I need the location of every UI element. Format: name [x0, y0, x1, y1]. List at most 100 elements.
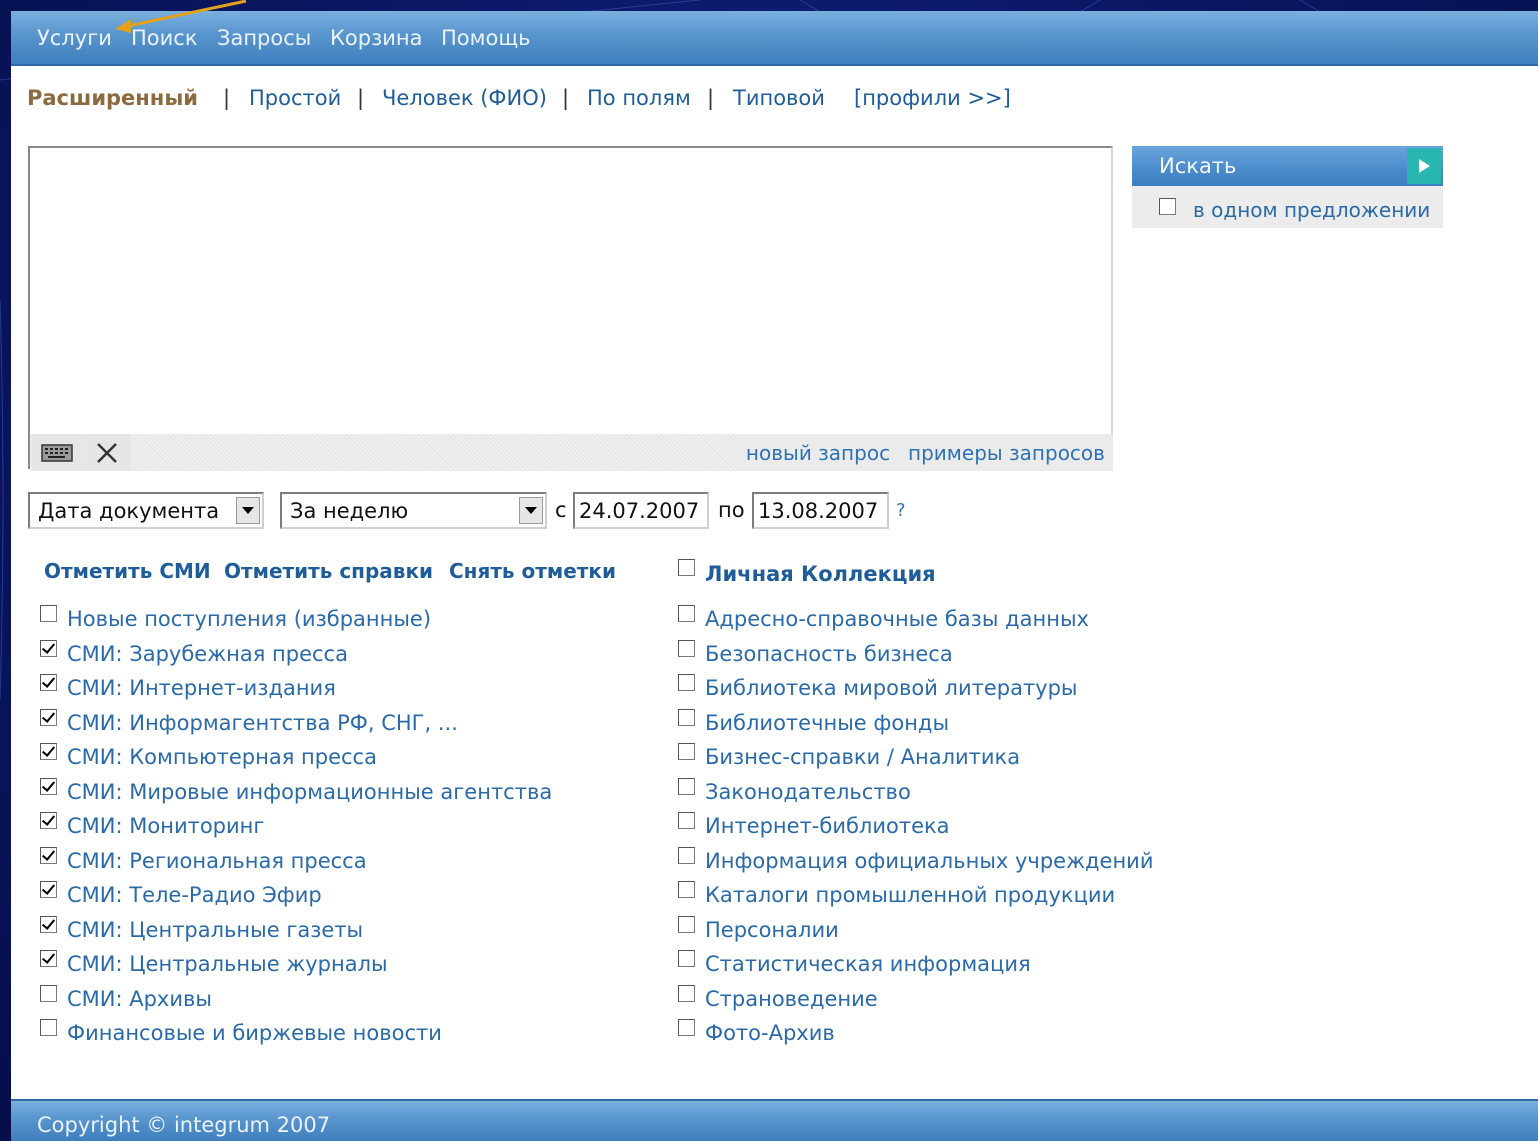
period-select[interactable]: За неделю: [280, 492, 547, 529]
menu-item-cart[interactable]: Корзина: [330, 26, 423, 50]
in-one-sentence-checkbox[interactable]: [1159, 198, 1176, 215]
source-label[interactable]: СМИ: Информагентства РФ, СНГ, ...: [67, 711, 458, 735]
menu-item-services[interactable]: Услуги: [37, 26, 112, 50]
source-label[interactable]: СМИ: Компьютерная пресса: [67, 745, 377, 769]
copyright-text: Copyright © integrum 2007: [37, 1113, 331, 1137]
mark-media-link[interactable]: Отметить СМИ: [44, 559, 211, 583]
separator: |: [562, 86, 570, 110]
source-checkbox[interactable]: [678, 1019, 695, 1036]
date-help-link[interactable]: ?: [896, 500, 906, 521]
source-checkbox[interactable]: [40, 777, 57, 795]
profiles-link[interactable]: [профили >>]: [854, 86, 1011, 110]
source-checkbox[interactable]: [678, 984, 695, 1002]
source-label[interactable]: Информация официальных учреждений: [705, 849, 1153, 873]
media-sources-list: Новые поступления (избранные) СМИ: Зарубе…: [40, 603, 640, 1063]
new-query-link[interactable]: новый запрос: [738, 434, 898, 471]
source-checkbox[interactable]: [40, 1019, 57, 1036]
app-panel: Услуги Поиск Запросы Корзина Помощь Расш…: [11, 0, 1538, 1141]
source-label[interactable]: Бизнес-справки / Аналитика: [705, 745, 1020, 769]
mode-fields-link[interactable]: По полям: [587, 86, 691, 110]
play-arrow-icon: [1407, 148, 1441, 184]
source-checkbox[interactable]: [40, 605, 57, 622]
source-checkbox[interactable]: [40, 674, 57, 691]
source-label[interactable]: СМИ: Региональная пресса: [67, 849, 367, 873]
separator: |: [223, 86, 231, 110]
source-checkbox[interactable]: [40, 743, 57, 760]
query-toolbar: новый запрос примеры запросов: [30, 434, 1113, 471]
separator: |: [707, 86, 715, 110]
source-checkbox[interactable]: [678, 881, 695, 898]
personal-collection-checkbox[interactable]: [678, 559, 695, 576]
source-label[interactable]: Безопасность бизнеса: [705, 642, 953, 666]
source-checkbox[interactable]: [40, 708, 57, 726]
source-label[interactable]: СМИ: Теле-Радио Эфир: [67, 883, 322, 907]
search-button-label: Искать: [1159, 154, 1237, 178]
period-select-value: За неделю: [290, 499, 409, 523]
source-label[interactable]: СМИ: Центральные журналы: [67, 952, 388, 976]
date-field-select[interactable]: Дата документа: [28, 492, 264, 529]
personal-collection-label: Личная Коллекция: [705, 562, 936, 586]
source-label[interactable]: СМИ: Мировые информационные агентства: [67, 780, 552, 804]
source-label[interactable]: Страноведение: [705, 987, 878, 1011]
date-from-label: с: [555, 498, 567, 522]
source-label[interactable]: СМИ: Интернет-издания: [67, 676, 336, 700]
source-checkbox[interactable]: [678, 812, 695, 829]
source-checkbox[interactable]: [40, 915, 57, 933]
date-to-input[interactable]: [752, 492, 889, 529]
source-label[interactable]: Новые поступления (избранные): [67, 607, 431, 631]
source-label[interactable]: СМИ: Мониторинг: [67, 814, 264, 838]
menu-item-help[interactable]: Помощь: [441, 26, 531, 50]
separator: |: [357, 86, 365, 110]
mode-person-link[interactable]: Человек (ФИО): [382, 86, 547, 110]
query-editor: новый запрос примеры запросов: [28, 146, 1113, 471]
query-textarea[interactable]: [30, 148, 1111, 432]
unmark-link[interactable]: Снять отметки: [449, 559, 616, 583]
source-label[interactable]: Персоналии: [705, 918, 839, 942]
mode-advanced: Расширенный: [27, 86, 199, 110]
mode-typical-link[interactable]: Типовой: [733, 86, 825, 110]
source-checkbox[interactable]: [678, 674, 695, 691]
source-checkbox[interactable]: [40, 812, 57, 829]
source-checkbox[interactable]: [678, 743, 695, 760]
source-label[interactable]: Статистическая информация: [705, 952, 1031, 976]
mode-simple-link[interactable]: Простой: [249, 86, 341, 110]
source-label[interactable]: СМИ: Зарубежная пресса: [67, 642, 348, 666]
source-checkbox[interactable]: [678, 605, 695, 622]
source-label[interactable]: Библиотечные фонды: [705, 711, 949, 735]
chevron-down-icon: [236, 497, 260, 524]
source-label[interactable]: Законодательство: [705, 780, 911, 804]
source-label[interactable]: СМИ: Центральные газеты: [67, 918, 363, 942]
reference-sources-list: Адресно-справочные базы данных Безопаснос…: [678, 603, 1153, 1063]
query-examples-link[interactable]: примеры запросов: [900, 434, 1113, 471]
source-checkbox[interactable]: [40, 984, 57, 1002]
source-checkbox[interactable]: [40, 881, 57, 898]
source-checkbox[interactable]: [678, 708, 695, 726]
source-label[interactable]: СМИ: Архивы: [67, 987, 212, 1011]
source-checkbox[interactable]: [40, 950, 57, 967]
date-from-input[interactable]: [573, 492, 709, 529]
source-checkbox[interactable]: [40, 846, 57, 864]
search-button[interactable]: Искать: [1132, 146, 1443, 186]
chevron-down-icon: [519, 497, 543, 524]
source-label[interactable]: Адресно-справочные базы данных: [705, 607, 1089, 631]
mark-references-link[interactable]: Отметить справки: [224, 559, 433, 583]
in-one-sentence-label: в одном предложении: [1193, 198, 1431, 222]
virtual-keyboard-button[interactable]: [32, 434, 82, 471]
pointer-arrow-icon: [115, 0, 247, 33]
search-box: Искать в одном предложении: [1132, 146, 1443, 228]
source-label[interactable]: Библиотека мировой литературы: [705, 676, 1078, 700]
source-checkbox[interactable]: [40, 639, 57, 657]
date-to-label: по: [718, 498, 745, 522]
source-checkbox[interactable]: [678, 915, 695, 933]
keyboard-icon: [41, 443, 73, 462]
source-label[interactable]: Фото-Архив: [705, 1021, 835, 1045]
source-label[interactable]: Финансовые и биржевые новости: [67, 1021, 442, 1045]
source-label[interactable]: Интернет-библиотека: [705, 814, 950, 838]
source-label[interactable]: Каталоги промышленной продукции: [705, 883, 1115, 907]
top-menu-bar: Услуги Поиск Запросы Корзина Помощь: [11, 0, 1538, 66]
clear-query-button[interactable]: [83, 434, 131, 471]
source-checkbox[interactable]: [678, 777, 695, 795]
source-checkbox[interactable]: [678, 639, 695, 657]
source-checkbox[interactable]: [678, 846, 695, 864]
source-checkbox[interactable]: [678, 950, 695, 967]
